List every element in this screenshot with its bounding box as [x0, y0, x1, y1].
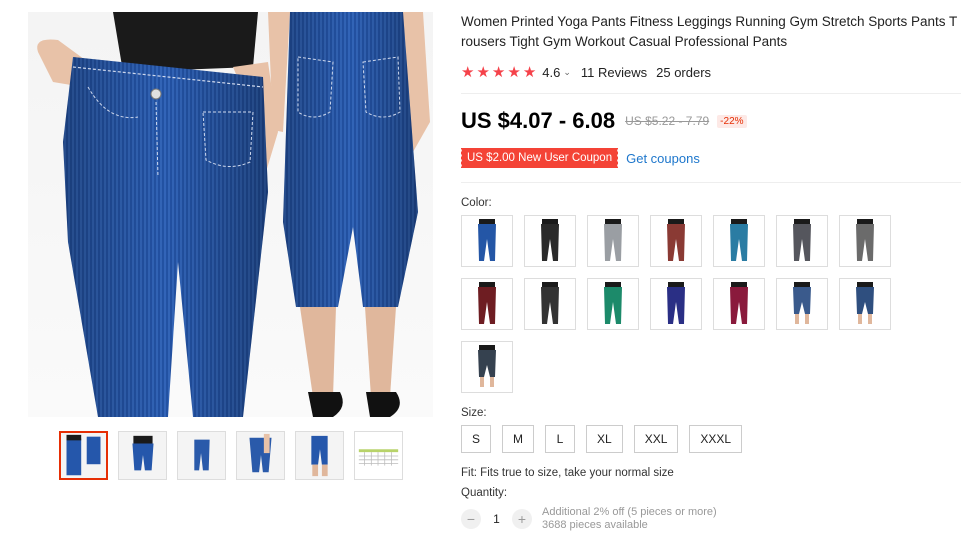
star-icon: ★ [491, 64, 506, 81]
color-swatch-teal-blue[interactable] [713, 215, 765, 267]
thumbnail-pose[interactable] [295, 431, 344, 480]
fit-note: Fit: Fits true to size, take your normal… [461, 467, 674, 479]
main-product-image[interactable] [28, 12, 433, 417]
color-swatch-wine-red[interactable] [461, 278, 513, 330]
color-swatch-denim-capri[interactable] [776, 278, 828, 330]
bulk-discount-note: Additional 2% off (5 pieces or more) [542, 506, 717, 518]
thumbnail-strip [59, 431, 403, 480]
color-swatch-gray[interactable] [587, 215, 639, 267]
quantity-value[interactable]: 1 [481, 512, 512, 526]
size-options: S M L XL XXL XXXL [461, 425, 961, 453]
color-swatch-brown-red[interactable] [650, 215, 702, 267]
color-swatch-grid [461, 215, 961, 393]
thumbnail-side[interactable] [177, 431, 226, 480]
thumbnail-size-chart[interactable] [354, 431, 403, 480]
rating-stars[interactable]: ★ ★ ★ ★ ★ [461, 63, 536, 81]
rating-row: ★ ★ ★ ★ ★ 4.6 ⌄ 11 Reviews 25 orders [461, 63, 961, 81]
thumbnail-front[interactable] [118, 431, 167, 480]
product-info: Women Printed Yoga Pants Fitness Legging… [459, 12, 961, 532]
size-option-xl[interactable]: XL [586, 425, 623, 453]
thumbnail-main[interactable] [59, 431, 108, 480]
size-option-l[interactable]: L [545, 425, 576, 453]
quantity-label: Quantity: [461, 487, 508, 499]
quantity-note: Additional 2% off (5 pieces or more) 368… [542, 506, 717, 532]
size-option-m[interactable]: M [502, 425, 535, 453]
discount-badge: -22% [717, 114, 747, 128]
color-swatch-black[interactable] [524, 215, 576, 267]
get-coupons-link[interactable]: Get coupons [626, 151, 700, 166]
stock-available: 3688 pieces available [542, 519, 648, 531]
quantity-decrease-button[interactable]: − [461, 509, 481, 529]
size-label: Size: [461, 407, 487, 419]
star-icon: ★ [461, 64, 475, 81]
size-option-xxxl[interactable]: XXXL [689, 425, 743, 453]
color-swatch-blue-denim[interactable] [461, 215, 513, 267]
price-row: US $4.07 - 6.08 US $5.22 - 7.79 -22% [461, 108, 961, 134]
quantity-increase-button[interactable]: + [512, 509, 532, 529]
product-title: Women Printed Yoga Pants Fitness Legging… [461, 14, 958, 49]
new-user-coupon-badge[interactable]: US $2.00 New User Coupon [459, 148, 619, 168]
color-swatch-black-2[interactable] [524, 278, 576, 330]
color-swatch-charcoal[interactable] [839, 215, 891, 267]
star-icon: ★ [476, 64, 490, 81]
orders-count: 25 orders [656, 64, 712, 80]
star-icon: ★ [522, 64, 537, 81]
quantity-stepper: − 1 + Additional 2% off (5 pieces or mor… [461, 506, 961, 532]
color-swatch-navy[interactable] [650, 278, 702, 330]
color-swatch-denim-capri-2[interactable] [839, 278, 891, 330]
size-option-xxl[interactable]: XXL [633, 425, 679, 453]
color-swatch-dark-denim[interactable] [461, 341, 513, 393]
rating-value[interactable]: 4.6 [542, 65, 560, 80]
chevron-down-icon[interactable]: ⌄ [563, 67, 571, 78]
original-price: US $5.22 - 7.79 [625, 114, 710, 128]
coupon-row: US $2.00 New User Coupon Get coupons [459, 148, 961, 168]
size-option-s[interactable]: S [461, 425, 492, 453]
divider [461, 182, 961, 183]
color-swatch-green[interactable] [587, 278, 639, 330]
current-price: US $4.07 - 6.08 [461, 108, 616, 133]
divider [461, 93, 961, 94]
thumbnail-back[interactable] [236, 431, 285, 480]
color-swatch-burgundy[interactable] [713, 278, 765, 330]
color-label: Color: [461, 197, 492, 209]
reviews-link[interactable]: 11 Reviews [581, 65, 647, 80]
color-swatch-dark-gray[interactable] [776, 215, 828, 267]
star-icon: ★ [507, 64, 521, 81]
